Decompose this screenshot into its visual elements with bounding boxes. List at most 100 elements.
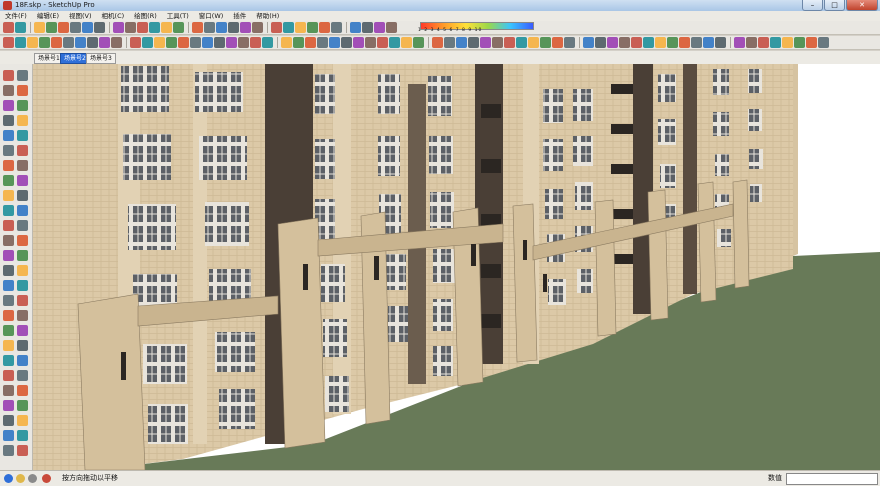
menu-plugins[interactable]: 插件 [228, 11, 251, 21]
rectangle-icon[interactable] [63, 37, 74, 48]
tape-measure-icon[interactable] [667, 37, 678, 48]
select-icon[interactable] [3, 220, 14, 231]
zoom-extents-icon[interactable] [17, 205, 28, 216]
menu-window[interactable]: 窗口(W) [194, 11, 229, 21]
zoom-extents-icon[interactable] [492, 37, 503, 48]
select-icon[interactable] [758, 37, 769, 48]
select-icon[interactable] [3, 370, 14, 381]
scale-icon[interactable] [17, 295, 28, 306]
zoom-extents-icon[interactable] [238, 37, 249, 48]
offset-icon[interactable] [3, 310, 14, 321]
pan-icon[interactable] [17, 340, 28, 351]
text-icon[interactable] [3, 325, 14, 336]
scale-icon[interactable] [17, 145, 28, 156]
menu-tools[interactable]: 工具(T) [162, 11, 194, 21]
push-pull-icon[interactable] [113, 22, 124, 33]
menu-help[interactable]: 帮助(H) [251, 11, 284, 21]
move-icon[interactable] [17, 280, 28, 291]
rotate-icon[interactable] [3, 295, 14, 306]
menu-edit[interactable]: 编辑(E) [32, 11, 64, 21]
zoom-icon[interactable] [3, 205, 14, 216]
zoom-icon[interactable] [3, 355, 14, 366]
paint-bucket-icon[interactable] [190, 37, 201, 48]
polygon-icon[interactable] [87, 37, 98, 48]
paint-bucket-icon[interactable] [204, 22, 215, 33]
rectangle-icon[interactable] [17, 250, 28, 261]
zoom-icon[interactable] [734, 37, 745, 48]
rectangle-icon[interactable] [17, 400, 28, 411]
eraser-icon[interactable] [17, 70, 28, 81]
move-icon[interactable] [125, 22, 136, 33]
arc-icon[interactable] [58, 22, 69, 33]
rectangle-icon[interactable] [564, 37, 575, 48]
line-icon[interactable] [540, 37, 551, 48]
orbit-icon[interactable] [202, 37, 213, 48]
offset-icon[interactable] [3, 160, 14, 171]
pencil-icon[interactable] [3, 235, 14, 246]
arc-icon[interactable] [806, 37, 817, 48]
rectangle-icon[interactable] [317, 37, 328, 48]
pencil-icon[interactable] [3, 385, 14, 396]
tape-measure-icon[interactable] [17, 160, 28, 171]
scale-icon[interactable] [142, 37, 153, 48]
help-icon[interactable] [42, 474, 51, 483]
move-icon[interactable] [365, 37, 376, 48]
move-icon[interactable] [386, 22, 397, 33]
credits-icon[interactable] [16, 474, 25, 483]
rectangle-icon[interactable] [17, 100, 28, 111]
offset-icon[interactable] [401, 37, 412, 48]
pencil-icon[interactable] [295, 22, 306, 33]
push-pull-icon[interactable] [99, 37, 110, 48]
select-icon[interactable] [504, 37, 515, 48]
rectangle-icon[interactable] [331, 22, 342, 33]
line-icon[interactable] [46, 22, 57, 33]
pencil-icon[interactable] [34, 22, 45, 33]
rotate-icon[interactable] [631, 37, 642, 48]
menu-file[interactable]: 文件(F) [0, 11, 32, 21]
measurements-input[interactable] [786, 473, 878, 485]
polygon-icon[interactable] [17, 265, 28, 276]
line-icon[interactable] [17, 235, 28, 246]
arc-icon[interactable] [3, 250, 14, 261]
eraser-icon[interactable] [283, 22, 294, 33]
eraser-icon[interactable] [17, 220, 28, 231]
geo-location-icon[interactable] [4, 474, 13, 483]
scale-icon[interactable] [389, 37, 400, 48]
tape-measure-icon[interactable] [173, 22, 184, 33]
rectangle-icon[interactable] [818, 37, 829, 48]
arc-icon[interactable] [3, 400, 14, 411]
text-icon[interactable] [3, 175, 14, 186]
zoom-icon[interactable] [226, 37, 237, 48]
zoom-extents-icon[interactable] [746, 37, 757, 48]
eraser-icon[interactable] [262, 37, 273, 48]
push-pull-icon[interactable] [3, 130, 14, 141]
push-pull-icon[interactable] [353, 37, 364, 48]
polygon-icon[interactable] [341, 37, 352, 48]
eraser-icon[interactable] [15, 22, 26, 33]
text-icon[interactable] [679, 37, 690, 48]
line-icon[interactable] [307, 22, 318, 33]
rotate-icon[interactable] [3, 445, 14, 456]
polygon-icon[interactable] [17, 415, 28, 426]
rotate-icon[interactable] [130, 37, 141, 48]
paint-bucket-icon[interactable] [444, 37, 455, 48]
move-icon[interactable] [111, 37, 122, 48]
pencil-icon[interactable] [3, 85, 14, 96]
tape-measure-icon[interactable] [166, 37, 177, 48]
orbit-icon[interactable] [3, 340, 14, 351]
rectangle-icon[interactable] [70, 22, 81, 33]
paint-bucket-icon[interactable] [17, 175, 28, 186]
maximize-button[interactable]: □ [824, 0, 845, 11]
text-icon[interactable] [192, 22, 203, 33]
circle-icon[interactable] [329, 37, 340, 48]
select-icon[interactable] [3, 22, 14, 33]
eraser-icon[interactable] [15, 37, 26, 48]
arc-icon[interactable] [552, 37, 563, 48]
arc-icon[interactable] [51, 37, 62, 48]
menu-camera[interactable]: 相机(C) [97, 11, 130, 21]
polygon-icon[interactable] [362, 22, 373, 33]
push-pull-icon[interactable] [3, 280, 14, 291]
pan-icon[interactable] [468, 37, 479, 48]
circle-icon[interactable] [75, 37, 86, 48]
close-button[interactable]: ✕ [846, 0, 878, 11]
